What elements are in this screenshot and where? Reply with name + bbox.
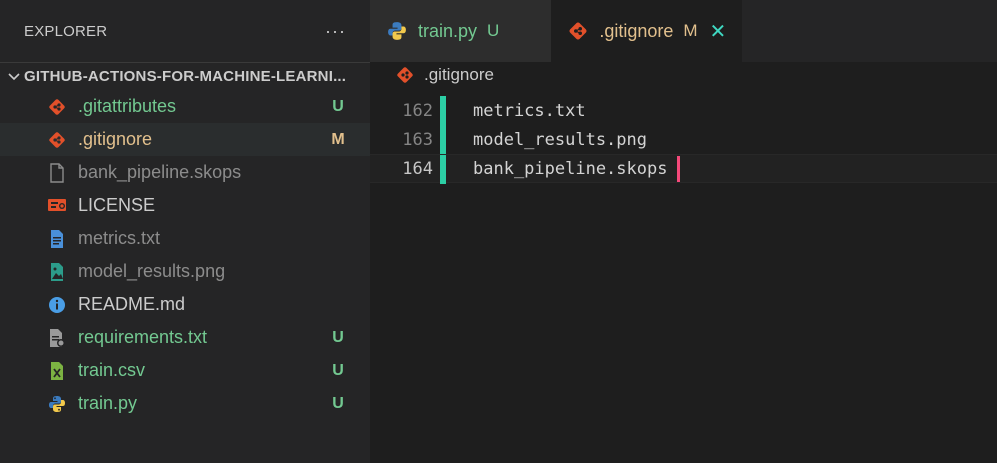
explorer-sidebar: EXPLORER ··· GITHUB-ACTIONS-FOR-MACHINE-… [0, 0, 370, 463]
info-icon [47, 295, 67, 315]
python-icon [47, 394, 67, 414]
git-status-badge: M [331, 130, 345, 148]
file-name: bank_pipeline.skops [78, 162, 242, 182]
chevron-down-icon [8, 72, 20, 80]
text-cursor [677, 155, 681, 182]
file-name: train.py [78, 393, 138, 413]
line-text: model_results.png [473, 129, 647, 150]
git-icon [47, 97, 67, 117]
file-icon [47, 162, 67, 183]
more-actions-button[interactable]: ··· [325, 21, 346, 42]
breadcrumb: .gitignore [370, 62, 997, 88]
file-requirements[interactable]: requirements.txt U [0, 321, 370, 354]
tab-bar: train.py U .gitignore M ✕ [370, 0, 997, 62]
tab-label: .gitignore [599, 20, 674, 41]
tab-train-py[interactable]: train.py U [370, 0, 552, 62]
line-number: 162 [402, 100, 433, 121]
requirements-icon [47, 328, 67, 348]
line-number: 163 [402, 129, 433, 150]
file-gitignore[interactable]: .gitignore M [0, 123, 370, 156]
image-file-icon [47, 262, 67, 282]
file-name: train.csv [78, 360, 146, 380]
git-icon [567, 20, 589, 42]
python-icon [386, 20, 408, 42]
file-name: requirements.txt [78, 327, 208, 347]
file-name: README.md [78, 294, 186, 314]
tab-gitignore[interactable]: .gitignore M ✕ [551, 0, 743, 62]
tab-status-badge: U [487, 21, 500, 40]
close-tab-button[interactable]: ✕ [710, 19, 727, 44]
code-editor[interactable]: 162 metrics.txt 163 model_results.png 16… [370, 96, 997, 184]
code-line: 163 model_results.png [370, 125, 997, 154]
workspace-folder-header[interactable]: GITHUB-ACTIONS-FOR-MACHINE-LEARNI... [0, 62, 370, 90]
git-status-badge: U [332, 361, 344, 379]
file-bank-pipeline[interactable]: bank_pipeline.skops [0, 156, 370, 189]
file-metrics[interactable]: metrics.txt [0, 222, 370, 255]
file-name: .gitattributes [78, 96, 177, 116]
git-status-badge: U [332, 97, 344, 115]
explorer-header: EXPLORER ··· [0, 0, 370, 62]
file-tree: .gitattributes U .gitignore M bank_pipel… [0, 90, 370, 420]
file-name: LICENSE [78, 195, 156, 215]
tab-status-badge: M [683, 21, 698, 40]
line-text: metrics.txt [473, 100, 586, 121]
text-file-icon [47, 229, 67, 249]
line-text: bank_pipeline.skops [473, 158, 668, 179]
csv-icon [47, 361, 67, 381]
added-line-indicator [440, 96, 446, 125]
added-line-indicator [440, 125, 446, 154]
file-train-py[interactable]: train.py U [0, 387, 370, 420]
breadcrumb-file[interactable]: .gitignore [424, 65, 494, 85]
file-license[interactable]: LICENSE [0, 189, 370, 222]
file-model-results[interactable]: model_results.png [0, 255, 370, 288]
file-gitattributes[interactable]: .gitattributes U [0, 90, 370, 123]
license-icon [47, 196, 67, 216]
explorer-title: EXPLORER [24, 22, 108, 40]
file-name: .gitignore [78, 129, 153, 149]
code-line: 162 metrics.txt [370, 96, 997, 125]
file-name: model_results.png [78, 261, 226, 281]
line-text-wrapper: bank_pipeline.skops [473, 155, 681, 182]
git-icon [396, 65, 416, 85]
file-readme[interactable]: README.md [0, 288, 370, 321]
workspace-folder-label: GITHUB-ACTIONS-FOR-MACHINE-LEARNI... [24, 68, 347, 85]
git-status-badge: U [332, 328, 344, 346]
editor-area: train.py U .gitignore M ✕ .gitignore 162… [370, 0, 997, 463]
git-status-badge: U [332, 394, 344, 412]
file-train-csv[interactable]: train.csv U [0, 354, 370, 387]
line-number: 164 [402, 158, 433, 179]
tab-label: train.py [418, 20, 478, 41]
file-name: metrics.txt [78, 228, 161, 248]
git-icon [47, 130, 67, 150]
code-line-current: 164 bank_pipeline.skops [370, 154, 997, 184]
added-line-indicator [440, 155, 446, 184]
